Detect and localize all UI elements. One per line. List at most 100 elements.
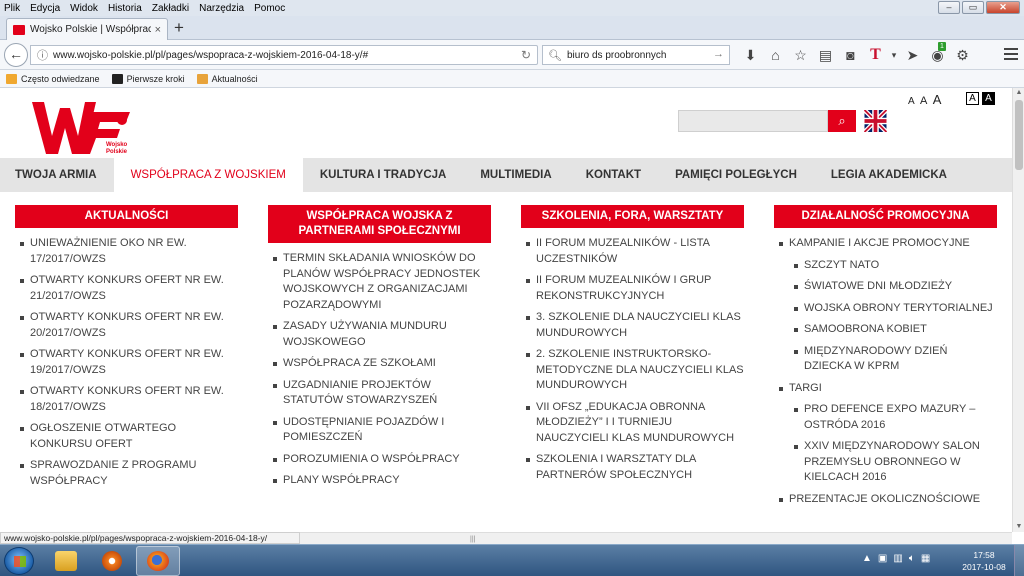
font-size-medium[interactable]: A	[920, 95, 928, 107]
list-item-link[interactable]: PLANY WSPÓŁPRACY	[268, 473, 491, 489]
list-item-link[interactable]: OTWARTY KONKURS OFERT NR EW. 20/2017/OWZ…	[15, 310, 238, 341]
pocket-icon[interactable]: ◙	[838, 46, 863, 64]
list-item-link[interactable]: POROZUMIENIA O WSPÓŁPRACY	[268, 452, 491, 468]
tray-volume-icon[interactable]: 🔈︎	[909, 553, 915, 564]
list-item-link[interactable]: PREZENTACJE OKOLICZNOŚCIOWE	[774, 492, 997, 508]
vertical-scrollbar[interactable]: ▲ ▼	[1012, 88, 1024, 532]
minimize-button[interactable]: –	[938, 1, 960, 14]
wojsko-polskie-logo[interactable]: Wojsko Polskie	[30, 98, 136, 158]
nav-item-1[interactable]: WSPÓŁPRACA Z WOJSKIEM	[113, 158, 303, 192]
list-item-link[interactable]: SZKOLENIA I WARSZTATY DLA PARTNERÓW SPOŁ…	[521, 452, 744, 483]
scroll-down-icon[interactable]: ▼	[1013, 522, 1024, 532]
list-item-link[interactable]: II FORUM MUZEALNIKÓW I GRUP REKONSTRUKCY…	[521, 273, 744, 304]
uk-flag-icon[interactable]	[864, 110, 887, 132]
list-item-link[interactable]: OTWARTY KONKURS OFERT NR EW. 19/2017/OWZ…	[15, 347, 238, 378]
nav-item-6[interactable]: LEGIA AKADEMICKA	[814, 158, 964, 192]
list-item-link[interactable]: OTWARTY KONKURS OFERT NR EW. 18/2017/OWZ…	[15, 384, 238, 415]
tray-input-icon[interactable]: ▦	[921, 553, 930, 564]
nav-item-5[interactable]: PAMIĘCI POLEGŁYCH	[658, 158, 814, 192]
list-item-link[interactable]: SPRAWOZDANIE Z PROGRAMU WSPÓŁPRACY	[15, 458, 238, 489]
list-item-link[interactable]: 2. SZKOLENIE INSTRUKTORSKO-METODYCZNE DL…	[521, 347, 744, 394]
menu-history[interactable]: Historia	[103, 3, 147, 14]
lock-info-icon[interactable]: ⓘ	[37, 47, 48, 63]
list-item-link[interactable]: ŚWIATOWE DNI MŁODZIEŻY	[789, 279, 997, 295]
show-desktop-button[interactable]	[1014, 545, 1024, 576]
menu-bookmarks[interactable]: Zakładki	[147, 3, 194, 14]
font-size-large[interactable]: A	[933, 92, 943, 107]
list-item-link[interactable]: 3. SZKOLENIE DLA NAUCZYCIELI KLAS MUNDUR…	[521, 310, 744, 341]
settings-addon-icon[interactable]: ⚙	[950, 46, 975, 64]
translate-addon-icon[interactable]: T	[863, 46, 888, 64]
column-heading[interactable]: DZIAŁALNOŚĆ PROMOCYJNA	[774, 205, 997, 228]
column-heading[interactable]: SZKOLENIA, FORA, WARSZTATY	[521, 205, 744, 228]
list-item-link[interactable]: TERMIN SKŁADANIA WNIOSKÓW DO PLANÓW WSPÓ…	[268, 251, 491, 313]
column-heading[interactable]: WSPÓŁPRACA WOJSKA Z PARTNERAMI SPOŁECZNY…	[268, 205, 491, 243]
system-clock[interactable]: 17:58 2017-10-08	[960, 549, 1008, 573]
new-tab-button[interactable]: +	[174, 19, 184, 37]
list-item-link[interactable]: OGŁOSZENIE OTWARTEGO KONKURSU OFERT	[15, 421, 238, 452]
menu-help[interactable]: Pomoc	[249, 3, 290, 14]
maximize-button[interactable]: ▭	[962, 1, 984, 14]
addon-badge-icon[interactable]: ◉ 1	[925, 42, 950, 64]
nav-item-4[interactable]: KONTAKT	[569, 158, 658, 192]
column-heading[interactable]: AKTUALNOŚCI	[15, 205, 238, 228]
list-item-link[interactable]: WSPÓŁPRACA ZE SZKOŁAMI	[268, 356, 491, 372]
taskbar-explorer[interactable]	[44, 546, 88, 576]
list-item-link[interactable]: WOJSKA OBRONY TERYTORIALNEJ	[789, 301, 997, 317]
list-item-link[interactable]: SAMOOBRONA KOBIET	[789, 322, 997, 338]
column-link-list: TERMIN SKŁADANIA WNIOSKÓW DO PLANÓW WSPÓ…	[268, 251, 491, 489]
tray-expand-icon[interactable]: ▲	[862, 553, 872, 564]
tab-wojsko-polskie[interactable]: Wojsko Polskie | Współpraca ×	[6, 18, 168, 40]
contrast-high-button[interactable]: A	[982, 92, 995, 105]
scroll-up-icon[interactable]: ▲	[1013, 88, 1024, 98]
menu-icon[interactable]	[1004, 48, 1018, 63]
horizontal-scrollbar[interactable]: |||	[300, 532, 1012, 544]
browser-search-bar[interactable]: 🔍︎ biuro ds proobronnych →	[542, 45, 730, 65]
menu-edit[interactable]: Edycja	[25, 3, 65, 14]
list-item-link[interactable]: UNIEWAŻNIENIE OKO NR EW. 17/2017/OWZS	[15, 236, 238, 267]
addon-dropdown-icon[interactable]: ▾	[888, 46, 900, 64]
bookmark-most-visited[interactable]: Często odwiedzane	[6, 73, 100, 84]
reader-icon[interactable]: ▤	[813, 46, 838, 64]
url-bar[interactable]: ⓘ www.wojsko-polskie.pl/pl/pages/wspopra…	[30, 45, 538, 65]
list-item-link[interactable]: MIĘDZYNARODOWY DZIEŃ DZIECKA W KPRM	[789, 344, 997, 375]
site-search-button[interactable]: ⌕	[828, 110, 856, 132]
list-item-link[interactable]: VII OFSZ „EDUKACJA OBRONNA MŁODZIEŻY” I …	[521, 400, 744, 447]
nav-item-3[interactable]: MULTIMEDIA	[463, 158, 568, 192]
start-button[interactable]	[4, 547, 34, 575]
search-go-icon[interactable]: →	[713, 48, 724, 60]
tray-network-icon[interactable]: ▥	[893, 553, 902, 564]
menu-tools[interactable]: Narzędzia	[194, 3, 249, 14]
list-item-link[interactable]: KAMPANIE I AKCJE PROMOCYJNE	[774, 236, 997, 252]
back-arrow-icon[interactable]: ←	[4, 43, 28, 67]
list-item-link[interactable]: UZGADNIANIE PROJEKTÓW STATUTÓW STOWARZYS…	[268, 378, 491, 409]
home-icon[interactable]: ⌂	[763, 46, 788, 64]
bookmark-news[interactable]: Aktualności	[196, 73, 258, 84]
menu-file[interactable]: Plik	[0, 3, 25, 14]
list-item-link[interactable]: SZCZYT NATO	[789, 258, 997, 274]
send-icon[interactable]: ➤	[900, 46, 925, 64]
list-item-link[interactable]: XXIV MIĘDZYNARODOWY SALON PRZEMYSŁU OBRO…	[789, 439, 997, 486]
list-item-link[interactable]: TARGI	[774, 381, 997, 397]
bookmark-getting-started[interactable]: Pierwsze kroki	[111, 73, 185, 84]
list-item-link[interactable]: ZASADY UŻYWANIA MUNDURU WOJSKOWEGO	[268, 319, 491, 350]
menu-view[interactable]: Widok	[65, 3, 103, 14]
tray-device-icon[interactable]: ▣	[878, 553, 887, 564]
star-icon[interactable]: ☆	[788, 46, 813, 64]
list-item-link[interactable]: II FORUM MUZEALNIKÓW - LISTA UCZESTNIKÓW	[521, 236, 744, 267]
taskbar-media-player[interactable]	[90, 546, 134, 576]
list-item-link[interactable]: OTWARTY KONKURS OFERT NR EW. 21/2017/OWZ…	[15, 273, 238, 304]
nav-item-2[interactable]: KULTURA I TRADYCJA	[303, 158, 464, 192]
reload-icon[interactable]: ↻	[521, 48, 531, 62]
list-item-link[interactable]: UDOSTĘPNIANIE POJAZDÓW I POMIESZCZEŃ	[268, 415, 491, 446]
site-search-input[interactable]	[678, 110, 828, 132]
nav-item-0[interactable]: TWOJA ARMIA	[0, 158, 114, 192]
contrast-normal-button[interactable]: A	[966, 92, 979, 105]
font-size-small[interactable]: A	[908, 96, 916, 107]
taskbar-firefox[interactable]	[136, 546, 180, 576]
list-item-link[interactable]: PRO DEFENCE EXPO MAZURY – OSTRÓDA 2016	[789, 402, 997, 433]
tab-close-icon[interactable]: ×	[155, 24, 161, 36]
download-icon[interactable]: ⬇	[738, 46, 763, 64]
scrollbar-thumb[interactable]	[1015, 100, 1023, 170]
close-window-button[interactable]: ✕	[986, 1, 1020, 14]
